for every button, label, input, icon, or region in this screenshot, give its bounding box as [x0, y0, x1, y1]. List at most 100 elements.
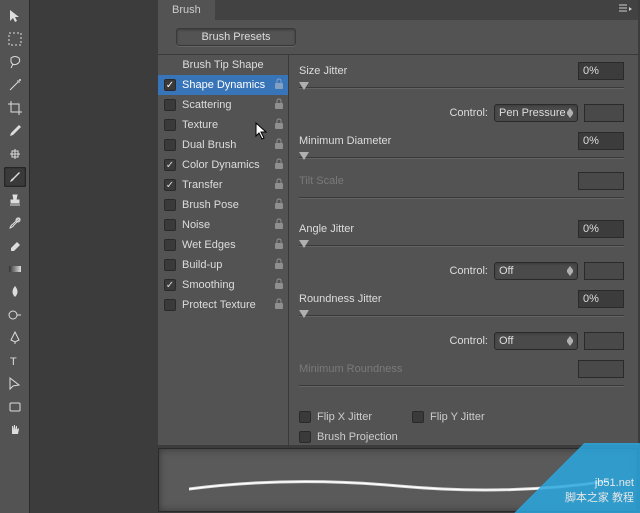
eyedropper-tool[interactable]	[4, 121, 26, 141]
blur-tool[interactable]	[4, 282, 26, 302]
roundness-jitter-label: Roundness Jitter	[299, 293, 578, 305]
lock-icon[interactable]	[274, 238, 284, 253]
option-checkbox[interactable]	[164, 159, 176, 171]
min-diameter-slider[interactable]	[299, 151, 624, 165]
marquee-tool[interactable]	[4, 29, 26, 49]
angle-control-dropdown[interactable]: Off	[494, 262, 578, 280]
min-roundness-value	[578, 360, 624, 378]
flip-y-label: Flip Y Jitter	[430, 411, 485, 423]
min-diameter-value[interactable]: 0%	[578, 132, 624, 150]
brush-stroke-icon	[189, 471, 609, 501]
brush-projection-label: Brush Projection	[317, 431, 398, 443]
option-checkbox[interactable]	[164, 299, 176, 311]
option-checkbox[interactable]	[164, 99, 176, 111]
option-brush-pose[interactable]: Brush Pose	[158, 195, 288, 215]
option-transfer[interactable]: Transfer	[158, 175, 288, 195]
option-label: Dual Brush	[182, 139, 236, 151]
option-checkbox[interactable]	[164, 199, 176, 211]
min-roundness-slider	[299, 379, 624, 393]
tab-brush[interactable]: Brush	[158, 0, 215, 20]
type-tool[interactable]: T	[4, 351, 26, 371]
option-scattering[interactable]: Scattering	[158, 95, 288, 115]
wand-tool[interactable]	[4, 75, 26, 95]
size-jitter-value[interactable]: 0%	[578, 62, 624, 80]
roundness-control-dropdown[interactable]: Off	[494, 332, 578, 350]
healing-tool[interactable]	[4, 144, 26, 164]
option-label: Wet Edges	[182, 239, 236, 251]
option-checkbox[interactable]	[164, 259, 176, 271]
pen-tool[interactable]	[4, 328, 26, 348]
option-checkbox[interactable]	[164, 179, 176, 191]
tilt-scale-slider	[299, 191, 624, 205]
option-label: Noise	[182, 219, 210, 231]
dodge-tool[interactable]	[4, 305, 26, 325]
option-checkbox[interactable]	[164, 239, 176, 251]
angle-jitter-value[interactable]: 0%	[578, 220, 624, 238]
option-label: Protect Texture	[182, 299, 256, 311]
brush-presets-button[interactable]: Brush Presets	[176, 28, 296, 46]
roundness-control-label: Control:	[449, 335, 488, 347]
option-label: Smoothing	[182, 279, 235, 291]
lasso-tool[interactable]	[4, 52, 26, 72]
angle-jitter-slider[interactable]	[299, 239, 624, 253]
shape-tool[interactable]	[4, 397, 26, 417]
size-control-label: Control:	[449, 107, 488, 119]
option-label: Color Dynamics	[182, 159, 260, 171]
min-diameter-label: Minimum Diameter	[299, 135, 578, 147]
lock-icon[interactable]	[274, 158, 284, 173]
path-tool[interactable]	[4, 374, 26, 394]
panel-tab-bar: Brush	[158, 0, 638, 20]
lock-icon[interactable]	[274, 138, 284, 153]
eraser-tool[interactable]	[4, 236, 26, 256]
panel-menu-icon[interactable]	[618, 4, 632, 17]
option-color-dynamics[interactable]: Color Dynamics	[158, 155, 288, 175]
flip-x-checkbox[interactable]	[299, 411, 311, 423]
flip-x-label: Flip X Jitter	[317, 411, 372, 423]
option-checkbox[interactable]	[164, 219, 176, 231]
lock-icon[interactable]	[274, 298, 284, 313]
tilt-scale-label: Tilt Scale	[299, 175, 578, 187]
brush-tip-shape-header[interactable]: Brush Tip Shape	[158, 55, 288, 75]
option-shape-dynamics[interactable]: Shape Dynamics	[158, 75, 288, 95]
size-jitter-slider[interactable]	[299, 81, 624, 95]
option-smoothing[interactable]: Smoothing	[158, 275, 288, 295]
crop-tool[interactable]	[4, 98, 26, 118]
option-checkbox[interactable]	[164, 279, 176, 291]
brush-projection-checkbox[interactable]	[299, 431, 311, 443]
option-label: Transfer	[182, 179, 223, 191]
brush-preview	[158, 448, 638, 512]
brush-tool[interactable]	[4, 167, 26, 187]
option-checkbox[interactable]	[164, 79, 176, 91]
flip-y-checkbox[interactable]	[412, 411, 424, 423]
lock-icon[interactable]	[274, 218, 284, 233]
size-control-dropdown[interactable]: Pen Pressure	[494, 104, 578, 122]
lock-icon[interactable]	[274, 78, 284, 93]
size-control-extra	[584, 104, 624, 122]
option-label: Brush Pose	[182, 199, 239, 211]
option-noise[interactable]: Noise	[158, 215, 288, 235]
roundness-jitter-slider[interactable]	[299, 309, 624, 323]
option-checkbox[interactable]	[164, 119, 176, 131]
lock-icon[interactable]	[274, 98, 284, 113]
shape-dynamics-settings: Size Jitter0% Control:Pen Pressure Minim…	[288, 54, 638, 454]
lock-icon[interactable]	[274, 178, 284, 193]
option-checkbox[interactable]	[164, 139, 176, 151]
option-wet-edges[interactable]: Wet Edges	[158, 235, 288, 255]
stamp-tool[interactable]	[4, 190, 26, 210]
move-tool[interactable]	[4, 6, 26, 26]
lock-icon[interactable]	[274, 258, 284, 273]
tools-toolbar: T	[0, 0, 30, 513]
lock-icon[interactable]	[274, 198, 284, 213]
option-build-up[interactable]: Build-up	[158, 255, 288, 275]
min-roundness-label: Minimum Roundness	[299, 363, 578, 375]
option-protect-texture[interactable]: Protect Texture	[158, 295, 288, 315]
hand-tool[interactable]	[4, 420, 26, 440]
roundness-jitter-value[interactable]: 0%	[578, 290, 624, 308]
history-brush-tool[interactable]	[4, 213, 26, 233]
cursor-icon	[255, 122, 271, 142]
angle-control-label: Control:	[449, 265, 488, 277]
gradient-tool[interactable]	[4, 259, 26, 279]
angle-control-extra	[584, 262, 624, 280]
lock-icon[interactable]	[274, 118, 284, 133]
lock-icon[interactable]	[274, 278, 284, 293]
